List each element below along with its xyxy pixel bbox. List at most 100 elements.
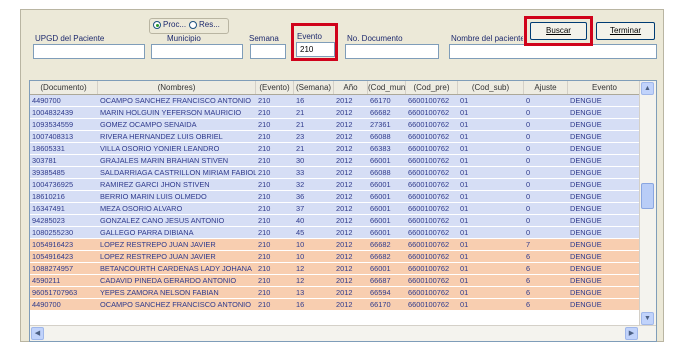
table-cell: 16347491	[32, 204, 65, 213]
table-cell: DENGUE	[570, 228, 602, 237]
table-row[interactable]: 1054916423 LOPEZ RESTREPO JUAN JAVIER 210 1…	[30, 251, 642, 263]
table-row[interactable]: 1004736925 RAMIREZ GARCI JHON STIVEN 210 32…	[30, 179, 642, 191]
table-row[interactable]: 4590211 CADAVID PINEDA GERARDO ANTONIO 210…	[30, 275, 642, 287]
column-header[interactable]: (Semana)	[294, 81, 334, 94]
scroll-left-icon[interactable]: ◀	[31, 327, 44, 340]
table-cell: 0	[526, 216, 531, 225]
table-row[interactable]: 1007408313 RIVERA HERNANDEZ LUIS OBRIEL 21…	[30, 131, 642, 143]
table-cell: CADAVID PINEDA GERARDO ANTONIO	[100, 276, 237, 285]
table-cell: 12	[296, 264, 305, 273]
table-cell: 0	[526, 228, 531, 237]
res-radio-label: Res...	[199, 20, 220, 29]
table-cell: 21	[296, 144, 305, 153]
table-cell: 21	[296, 120, 305, 129]
table-row[interactable]: 96051707963 YEPES ZAMORA NELSON FABIAN 210…	[30, 287, 642, 299]
results-grid[interactable]: (Documento) (Nombres) (Evento) (Semana) Año(…	[29, 80, 657, 342]
scroll-up-icon[interactable]: ▲	[641, 82, 654, 95]
column-header[interactable]: (Cod_pre)	[406, 81, 458, 94]
table-cell: GRAJALES MARIN BRAHIAN STIVEN	[100, 156, 229, 165]
table-cell: 18610216	[32, 192, 65, 201]
table-cell: 66001	[370, 180, 391, 189]
table-row[interactable]: 303781 GRAJALES MARIN BRAHIAN STIVEN 210 30…	[30, 155, 642, 167]
table-row[interactable]: 18605331 VILLA OSORIO YONIER LEANDRO 210 21…	[30, 143, 642, 155]
table-row[interactable]: 39385485 SALDARRIAGA CASTRILLON MIRIAM FA…	[30, 167, 642, 179]
table-cell: 210	[258, 192, 271, 201]
scroll-down-icon[interactable]: ▼	[641, 312, 654, 325]
table-cell: 2012	[336, 264, 353, 273]
table-cell: DENGUE	[570, 132, 602, 141]
table-cell: 0	[526, 168, 531, 177]
horizontal-scrollbar[interactable]: ◀ ▶	[30, 325, 656, 341]
scroll-right-icon[interactable]: ▶	[625, 327, 638, 340]
table-cell: LOPEZ RESTREPO JUAN JAVIER	[100, 252, 216, 261]
column-header[interactable]: (Cod_mun)	[368, 81, 406, 94]
table-cell: 210	[258, 288, 271, 297]
upgd-input[interactable]	[33, 44, 145, 59]
scroll-thumb[interactable]	[641, 183, 654, 209]
table-cell: 16	[296, 96, 305, 105]
table-row[interactable]: 18610216 BERRIO MARIN LUIS OLMEDO 210 36 201…	[30, 191, 642, 203]
terminar-button[interactable]: Terminar	[596, 22, 655, 40]
semana-label: Semana	[249, 34, 279, 43]
table-row[interactable]: 94285023 GONZALEZ CANO JESUS ANTONIO 210 40…	[30, 215, 642, 227]
table-cell: 0	[526, 120, 531, 129]
table-cell: 40	[296, 216, 305, 225]
table-cell: 210	[258, 120, 271, 129]
column-header[interactable]: Evento	[568, 81, 642, 94]
table-row[interactable]: 1093534559 GOMEZ OCAMPO SENAIDA 210 21 2012 2…	[30, 119, 642, 131]
table-row[interactable]: 16347491 MEZA OSORIO ALVARO 210 37 2012 66001…	[30, 203, 642, 215]
table-cell: 01	[460, 216, 469, 225]
table-cell: 2012	[336, 132, 353, 141]
table-row[interactable]: 4490700 OCAMPO SANCHEZ FRANCISCO ANTONIO 2…	[30, 299, 642, 311]
municipio-input[interactable]	[151, 44, 243, 59]
table-cell: 2012	[336, 108, 353, 117]
vertical-scrollbar[interactable]: ▲ ▼	[639, 81, 656, 326]
table-cell: 4490700	[32, 300, 61, 309]
table-cell: DENGUE	[570, 120, 602, 129]
table-cell: 210	[258, 144, 271, 153]
table-row[interactable]: 1080255230 GALLEGO PARRA DIBIANA 210 45 2012…	[30, 227, 642, 239]
table-cell: 1004736925	[32, 180, 74, 189]
table-cell: 01	[460, 276, 469, 285]
column-header[interactable]: Año	[334, 81, 368, 94]
table-cell: 6600100762	[408, 288, 450, 297]
table-cell: 01	[460, 264, 469, 273]
table-cell: 6600100762	[408, 204, 450, 213]
column-header[interactable]: (Cod_sub)	[458, 81, 524, 94]
nombre-input[interactable]	[449, 44, 657, 59]
column-header[interactable]: (Documento)	[30, 81, 98, 94]
table-cell: VILLA OSORIO YONIER LEANDRO	[100, 144, 220, 153]
table-cell: 13	[296, 288, 305, 297]
table-row[interactable]: 1088274957 BETANCOURTH CARDENAS LADY JOHA…	[30, 263, 642, 275]
table-cell: 210	[258, 108, 271, 117]
proc-radio[interactable]	[153, 21, 161, 29]
municipio-label: Municipio	[167, 34, 201, 43]
table-cell: GOMEZ OCAMPO SENAIDA	[100, 120, 197, 129]
table-cell: YEPES ZAMORA NELSON FABIAN	[100, 288, 219, 297]
table-row[interactable]: 1004832439 MARIN HOLGUIN YEFERSON MAURICI…	[30, 107, 642, 119]
res-radio[interactable]	[189, 21, 197, 29]
evento-input[interactable]: 210	[296, 42, 335, 57]
documento-input[interactable]	[345, 44, 439, 59]
table-cell: 01	[460, 240, 469, 249]
table-cell: 2012	[336, 192, 353, 201]
semana-input[interactable]	[250, 44, 286, 59]
table-row[interactable]: 4490700 OCAMPO SANCHEZ FRANCISCO ANTONIO 2…	[30, 95, 642, 107]
column-header[interactable]: (Nombres)	[98, 81, 256, 94]
table-cell: 2012	[336, 300, 353, 309]
table-cell: 39385485	[32, 168, 65, 177]
buscar-button[interactable]: Buscar	[530, 22, 587, 40]
table-cell: DENGUE	[570, 252, 602, 261]
table-cell: 01	[460, 300, 469, 309]
column-header[interactable]: Ajuste	[524, 81, 568, 94]
table-cell: 0	[526, 204, 531, 213]
table-cell: 210	[258, 156, 271, 165]
table-cell: 66001	[370, 156, 391, 165]
table-cell: 1007408313	[32, 132, 74, 141]
table-cell: 210	[258, 276, 271, 285]
table-cell: 30	[296, 156, 305, 165]
column-header[interactable]: (Evento)	[256, 81, 294, 94]
table-cell: 66687	[370, 276, 391, 285]
table-row[interactable]: 1054916423 LOPEZ RESTREPO JUAN JAVIER 210 1…	[30, 239, 642, 251]
table-cell: 01	[460, 132, 469, 141]
